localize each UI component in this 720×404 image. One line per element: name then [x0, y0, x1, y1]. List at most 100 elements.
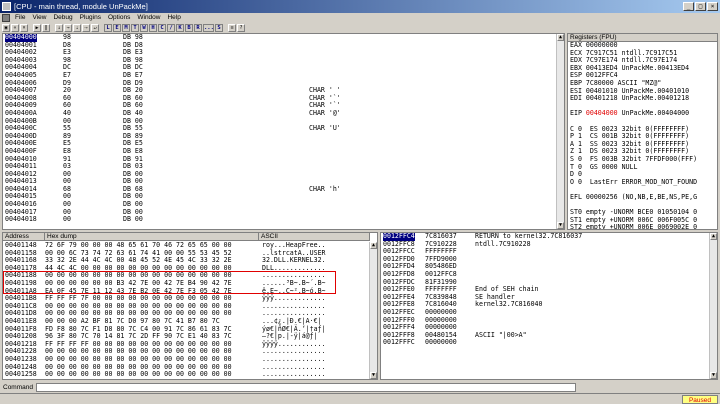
step-over-icon[interactable]: → — [64, 23, 72, 32]
toolbar-button-w[interactable]: W — [140, 23, 148, 32]
dump-hex-row[interactable]: 00 00 00 00 00 00 00 00 00 00 00 00 00 0… — [45, 378, 232, 379]
command-input[interactable] — [35, 383, 576, 392]
disasm-comment[interactable] — [309, 171, 341, 179]
menu-view[interactable]: View — [29, 13, 50, 23]
disasm-comment[interactable] — [309, 72, 341, 80]
restart-icon[interactable]: « — [11, 23, 19, 32]
menu-options[interactable]: Options — [105, 13, 134, 23]
scroll-down-icon[interactable]: ▼ — [557, 222, 564, 229]
highlight-box — [3, 271, 336, 294]
stack-comment[interactable]: ASCII "|00>A" — [475, 331, 582, 340]
close-debuggee-icon[interactable]: × — [20, 23, 28, 32]
scroll-down-icon[interactable]: ▼ — [710, 372, 717, 379]
stack-comment[interactable] — [475, 317, 582, 325]
stack-comment[interactable]: kernel32.7C816040 — [475, 301, 582, 309]
disasm-comment[interactable]: CHAR 'h' — [309, 185, 341, 194]
step-into-icon[interactable]: ↓ — [55, 23, 63, 32]
stack-comment[interactable] — [475, 256, 582, 264]
register-line[interactable]: EIP 00404000 UnPackMe.00404000 — [570, 110, 717, 118]
toolbar-button-b[interactable]: B — [185, 23, 193, 32]
menu-file[interactable]: File — [12, 13, 29, 23]
disasm-comment[interactable]: CHAR 'U' — [309, 125, 341, 133]
stack-comment[interactable] — [475, 339, 582, 347]
disasm-comment[interactable] — [309, 163, 341, 171]
memory-dump-pane[interactable]: Address Hex dump ASCII 00401148 00401158 0… — [2, 232, 378, 380]
run-icon[interactable]: ▶ — [33, 23, 41, 32]
toolbar-button-h[interactable]: H — [149, 23, 157, 32]
stack-address[interactable]: 0012FFFC — [383, 339, 415, 347]
register-line[interactable]: EDI 00401218 UnPackMe.00401218 — [570, 95, 717, 103]
scroll-up-icon[interactable]: ▲ — [557, 34, 564, 41]
stack-scrollbar[interactable]: ▲ ▼ — [709, 233, 717, 379]
register-line[interactable]: O 0 LastErr ERROR_MOD_NOT_FOUND — [570, 178, 717, 187]
disasm-comment[interactable]: CHAR '@' — [309, 109, 341, 118]
disasm-comment[interactable] — [309, 201, 341, 209]
disasm-instruction[interactable]: DB 00 — [123, 216, 143, 224]
close-button[interactable]: × — [707, 2, 718, 11]
dump-address-header[interactable]: Address — [3, 233, 45, 241]
toolbar-button-k[interactable]: K — [176, 23, 184, 32]
toolbar-button-t[interactable]: T — [131, 23, 139, 32]
disasm-address[interactable]: 00404018 — [5, 216, 37, 224]
maximize-button[interactable]: □ — [695, 2, 706, 11]
disasm-comment[interactable] — [309, 49, 341, 57]
toolbar-button-c[interactable]: C — [158, 23, 166, 32]
disasm-comment[interactable] — [309, 57, 341, 65]
disasm-comment[interactable] — [309, 148, 341, 156]
register-line[interactable]: T 0 GS 0000 NULL — [570, 163, 717, 172]
appearance-icon[interactable]: ≡ — [228, 23, 236, 32]
disasm-comment[interactable] — [309, 42, 341, 50]
menu-plugins[interactable]: Plugins — [77, 13, 105, 23]
disasm-comment[interactable] — [309, 156, 341, 164]
stack-value[interactable]: 00000000 — [425, 339, 457, 347]
stack-comment[interactable] — [475, 248, 582, 256]
trace-over-icon[interactable]: ⇢ — [82, 23, 90, 32]
disasm-comment[interactable] — [309, 193, 341, 201]
toolbar-button-slash[interactable]: / — [167, 23, 175, 32]
menu-debug[interactable]: Debug — [50, 13, 76, 23]
toolbar-button-s[interactable]: S — [215, 23, 223, 32]
dump-scrollbar[interactable]: ▲ ▼ — [369, 242, 377, 379]
dump-hex-header[interactable]: Hex dump — [45, 233, 259, 241]
disasm-comment[interactable] — [309, 133, 341, 141]
trace-into-icon[interactable]: ⇣ — [73, 23, 81, 32]
dump-ascii-header[interactable]: ASCII — [259, 233, 370, 241]
dump-ascii-row[interactable]: ................ — [262, 378, 326, 379]
disasm-comment[interactable] — [309, 209, 341, 217]
status-bar: Paused — [0, 393, 720, 404]
toolbar-button-l[interactable]: L — [104, 23, 112, 32]
toolbar-button-r[interactable]: R — [194, 23, 202, 32]
disasm-scrollbar[interactable]: ▲ ▼ — [556, 34, 564, 229]
disasm-comment[interactable] — [309, 64, 341, 72]
scroll-up-icon[interactable]: ▲ — [370, 242, 377, 249]
menu-help[interactable]: Help — [164, 13, 184, 23]
stack-comment[interactable] — [475, 263, 582, 271]
open-icon[interactable]: ▣ — [2, 23, 10, 32]
disassembly-pane[interactable]: 00404000 00404001 00404002 00404003 00404004… — [2, 33, 565, 230]
scroll-down-icon[interactable]: ▼ — [370, 372, 377, 379]
stack-comment[interactable] — [475, 309, 582, 317]
disasm-comment[interactable] — [309, 34, 341, 42]
scroll-up-icon[interactable]: ▲ — [710, 233, 717, 240]
menu-window[interactable]: Window — [134, 13, 164, 23]
toolbar-button-m[interactable]: M — [122, 23, 130, 32]
execute-till-return-icon[interactable]: ↵ — [91, 23, 99, 32]
stack-comment[interactable] — [475, 271, 582, 279]
register-line[interactable]: EFL 00000256 (NO,NB,E,BE,NS,PE,G — [570, 193, 717, 202]
register-line[interactable]: ST2 empty +UNORM 006E 0069002E 0 — [570, 224, 717, 229]
disasm-comment[interactable] — [309, 216, 341, 224]
app-icon — [2, 2, 11, 11]
disasm-instruction-column: DB 98 DB D8 DB E3 DB 98 DB DC DB E7 DB D9 DB 20… — [123, 34, 143, 224]
disasm-comment[interactable] — [309, 140, 341, 148]
stack-pane[interactable]: 0012FFC4 0012FFC8 0012FFCC 0012FFD0 0012FFD4… — [380, 232, 718, 380]
dump-address[interactable]: 00401268 — [5, 378, 37, 379]
pause-icon[interactable]: ‖ — [42, 23, 50, 32]
toolbar-button-e[interactable]: E — [113, 23, 121, 32]
dump-ascii-column: roy...HeapFree.. ..lstrcatA..USER 32.DLL.K… — [262, 241, 326, 379]
minimize-button[interactable]: _ — [683, 2, 694, 11]
registers-pane[interactable]: Registers (FPU) EAX 00000000 ECX 7C917C51… — [567, 33, 718, 230]
toolbar-button-ellipsis[interactable]: ... — [203, 23, 214, 32]
stack-comment[interactable]: ntdll.7C910228 — [475, 240, 582, 249]
help-icon[interactable]: ? — [237, 23, 245, 32]
disasm-hex[interactable]: 00 — [63, 216, 71, 224]
